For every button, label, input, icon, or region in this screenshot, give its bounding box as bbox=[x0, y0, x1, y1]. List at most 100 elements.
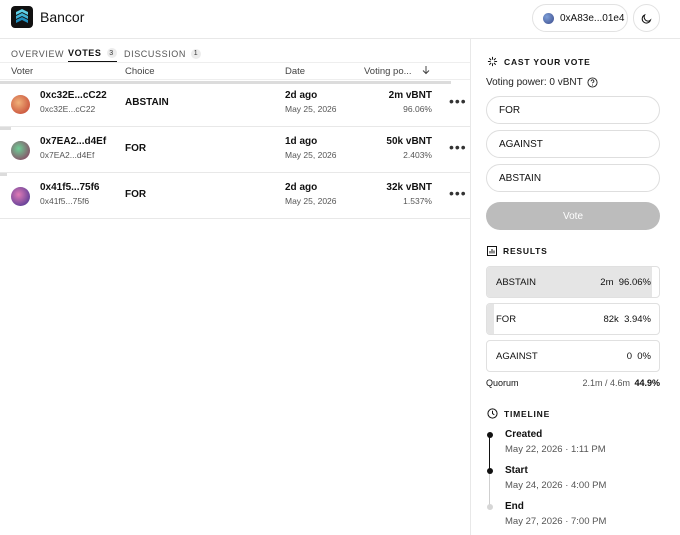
timeline-dot bbox=[486, 432, 493, 438]
moon-icon bbox=[641, 13, 652, 24]
timeline-dot bbox=[486, 504, 493, 510]
column-choice[interactable]: Choice bbox=[125, 66, 155, 77]
proposal-tabs: OVERVIEW VOTES 3 DISCUSSION 1 bbox=[0, 40, 470, 62]
timeline-heading: TIMELINE bbox=[487, 408, 550, 419]
result-label: ABSTAIN bbox=[496, 277, 536, 288]
vote-relative-time: 2d ago bbox=[285, 90, 318, 101]
table-row[interactable]: 0x7EA2...d4Ef 0x7EA2...d4Ef FOR 1d ago M… bbox=[0, 127, 470, 173]
vote-choice: FOR bbox=[125, 189, 147, 200]
result-value: 0 0% bbox=[626, 351, 651, 362]
wallet-button[interactable]: 0xA83e...01e4 bbox=[532, 4, 628, 32]
result-label: FOR bbox=[496, 314, 517, 325]
voting-power-percent: 96.06% bbox=[403, 104, 432, 114]
voting-power-percent: 1.537% bbox=[403, 196, 432, 206]
voter-avatar bbox=[11, 95, 30, 114]
result-abstain: ABSTAIN 2m 96.06% bbox=[486, 266, 660, 298]
vote-choice: FOR bbox=[125, 143, 147, 154]
more-options-icon[interactable]: ••• bbox=[449, 93, 467, 109]
quorum-value: 2.1m / 4.6m bbox=[582, 378, 630, 388]
clock-icon bbox=[487, 408, 498, 419]
voter-address[interactable]: 0xc32E...cC22 bbox=[40, 90, 107, 101]
timeline-title: TIMELINE bbox=[504, 408, 551, 419]
timeline-line bbox=[489, 471, 490, 507]
result-value: 2m 96.06% bbox=[600, 277, 651, 288]
sort-arrow-down-icon[interactable] bbox=[422, 65, 430, 78]
tab-count-badge: 1 bbox=[191, 48, 202, 59]
vote-option-for[interactable]: FOR bbox=[486, 96, 660, 124]
timeline-event-title: Start bbox=[505, 465, 528, 476]
voter-avatar bbox=[11, 187, 30, 206]
app-title: Bancor bbox=[40, 9, 85, 25]
column-voting-power[interactable]: Voting po... bbox=[364, 66, 412, 77]
vote-option-label: AGAINST bbox=[499, 138, 543, 150]
voter-address-sub: 0x7EA2...d4Ef bbox=[40, 150, 95, 160]
more-options-icon[interactable]: ••• bbox=[449, 139, 467, 155]
voting-power-bar bbox=[0, 173, 8, 176]
vote-sidebar: CAST YOUR VOTE Voting power: 0 vBNT FOR … bbox=[471, 39, 680, 535]
timeline-event-date: May 27, 2026 · 7:00 PM bbox=[505, 516, 607, 527]
cast-vote-heading: CAST YOUR VOTE bbox=[487, 56, 591, 67]
results-heading: RESULTS bbox=[487, 246, 548, 256]
timeline-event-date: May 22, 2026 · 1:11 PM bbox=[505, 444, 606, 455]
wallet-avatar bbox=[543, 12, 554, 24]
vote-option-label: ABSTAIN bbox=[499, 172, 542, 184]
vote-option-against[interactable]: AGAINST bbox=[486, 130, 660, 158]
timeline-event-title: End bbox=[505, 501, 524, 512]
result-for: FOR 82k 3.94% bbox=[486, 303, 660, 335]
timeline-dot bbox=[486, 468, 493, 474]
voting-power: 32k vBNT bbox=[386, 182, 432, 193]
tab-votes[interactable]: VOTES 3 bbox=[68, 45, 117, 62]
voter-address-sub: 0xc32E...cC22 bbox=[40, 104, 96, 114]
cast-vote-title: CAST YOUR VOTE bbox=[504, 56, 591, 67]
voting-power: 2m vBNT bbox=[388, 90, 432, 101]
top-bar: Bancor 0xA83e...01e4 bbox=[0, 0, 680, 39]
voting-power-percent: 2.403% bbox=[403, 150, 432, 160]
vote-option-abstain[interactable]: ABSTAIN bbox=[486, 164, 660, 192]
tab-count-badge: 3 bbox=[106, 48, 117, 58]
result-against: AGAINST 0 0% bbox=[486, 340, 660, 372]
votes-table-header: Voter Choice Date Voting po... bbox=[0, 62, 470, 80]
table-row[interactable]: 0x41f5...75f6 0x41f5...75f6 FOR 2d ago M… bbox=[0, 173, 470, 219]
tab-label: DISCUSSION bbox=[124, 48, 187, 59]
vote-relative-time: 2d ago bbox=[285, 182, 318, 193]
vote-date: May 25, 2026 bbox=[285, 196, 337, 206]
vote-button[interactable]: Vote bbox=[486, 202, 660, 230]
theme-toggle-button[interactable] bbox=[633, 4, 660, 32]
table-row[interactable]: 0xc32E...cC22 0xc32E...cC22 ABSTAIN 2d a… bbox=[0, 81, 470, 127]
quorum-percent: 44.9% bbox=[634, 378, 660, 388]
result-label: AGAINST bbox=[496, 351, 538, 362]
column-voter[interactable]: Voter bbox=[11, 66, 33, 77]
help-circle-icon[interactable] bbox=[587, 77, 598, 88]
bar-chart-icon bbox=[487, 246, 497, 256]
vote-relative-time: 1d ago bbox=[285, 136, 318, 147]
result-fill-bar bbox=[487, 304, 494, 334]
voting-power: 50k vBNT bbox=[386, 136, 432, 147]
voter-address[interactable]: 0x41f5...75f6 bbox=[40, 182, 100, 193]
vote-choice: ABSTAIN bbox=[125, 97, 169, 108]
voting-power-bar bbox=[0, 81, 452, 84]
vote-date: May 25, 2026 bbox=[285, 150, 337, 160]
vote-option-label: FOR bbox=[499, 104, 521, 116]
voter-address[interactable]: 0x7EA2...d4Ef bbox=[40, 136, 106, 147]
column-date[interactable]: Date bbox=[285, 66, 305, 77]
timeline-line bbox=[489, 435, 490, 471]
quorum-label: Quorum bbox=[486, 378, 519, 388]
voting-power-info: Voting power: 0 vBNT bbox=[486, 77, 598, 88]
timeline-event-title: Created bbox=[505, 429, 543, 440]
timeline-event-date: May 24, 2026 · 4:00 PM bbox=[505, 480, 607, 491]
bancor-logo-icon[interactable] bbox=[11, 6, 33, 28]
tab-label: VOTES bbox=[68, 48, 102, 58]
voter-avatar bbox=[11, 141, 30, 160]
more-options-icon[interactable]: ••• bbox=[449, 185, 467, 201]
results-title: RESULTS bbox=[503, 246, 548, 256]
sparkle-icon bbox=[487, 56, 498, 67]
tab-overview[interactable]: OVERVIEW bbox=[11, 45, 64, 62]
result-value: 82k 3.94% bbox=[603, 314, 651, 325]
vote-date: May 25, 2026 bbox=[285, 104, 337, 114]
tab-discussion[interactable]: DISCUSSION 1 bbox=[124, 45, 202, 62]
voting-power-bar bbox=[0, 127, 12, 130]
tab-label: OVERVIEW bbox=[11, 48, 65, 59]
voting-power-text: Voting power: 0 vBNT bbox=[486, 77, 583, 88]
wallet-address: 0xA83e...01e4 bbox=[560, 12, 625, 24]
voter-address-sub: 0x41f5...75f6 bbox=[40, 196, 90, 206]
